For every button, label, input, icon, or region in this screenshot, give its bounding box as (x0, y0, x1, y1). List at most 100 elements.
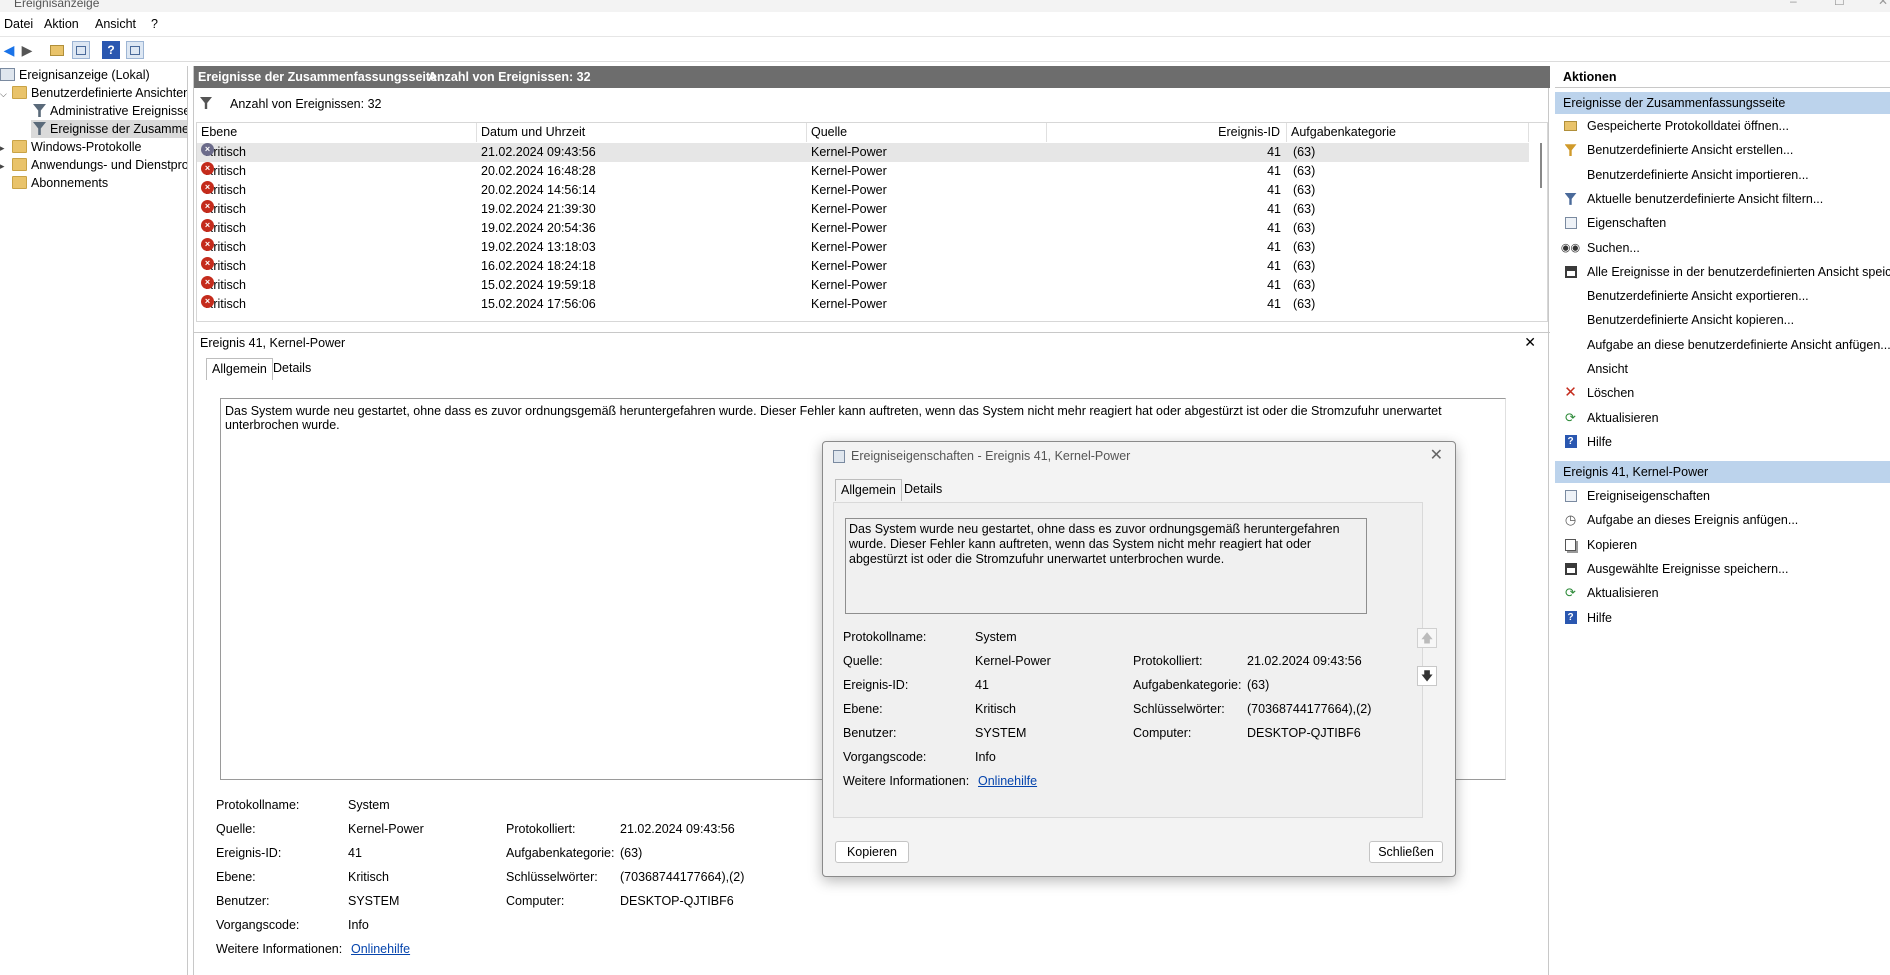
menu-help[interactable]: ? (151, 17, 158, 31)
save-icon (1563, 265, 1578, 279)
cell-level: × Kritisch (201, 200, 246, 219)
action-item-label: Aktualisieren (1587, 410, 1659, 425)
cell-id: 41 (1267, 240, 1281, 254)
actions-section-event[interactable]: Ereignis 41, Kernel-Power (1555, 461, 1890, 483)
maximize-button[interactable]: ☐ (1834, 0, 1845, 8)
menu-aktion[interactable]: Aktion (44, 17, 79, 31)
menu-ansicht[interactable]: Ansicht (95, 17, 136, 31)
previous-event-arrow-icon[interactable]: 🡅 (1417, 628, 1437, 648)
chevron-down-icon[interactable]: ⌵ (0, 85, 12, 103)
table-scrollbar[interactable] (1537, 143, 1545, 313)
tree-item-app-service-logs[interactable]: ▸Anwendungs- und Dienstprotokolle (0, 156, 187, 175)
actions-header: Aktionen (1555, 66, 1890, 88)
help-icon: ? (1563, 611, 1578, 625)
dialog-tab-allgemein[interactable]: Allgemein (835, 479, 902, 501)
detail-header: Ereignis 41, Kernel-Power ✕ (194, 332, 1550, 352)
critical-error-icon: × (201, 295, 214, 308)
action-item-label: Ausgewählte Ereignisse speichern... (1587, 561, 1789, 576)
actions-section-summary[interactable]: Ereignisse der Zusammenfassungsseite (1555, 92, 1890, 114)
label-opcode: Vorgangscode: (216, 918, 300, 932)
save-icon (1563, 562, 1578, 576)
online-help-link[interactable]: Onlinehilfe (351, 942, 410, 956)
label-user: Benutzer: (216, 894, 270, 908)
cell-level: × Kritisch (201, 276, 246, 295)
table-row[interactable]: × Kritisch 15.02.2024 19:59:18 Kernel-Power… (197, 276, 1529, 295)
cell-date: 15.02.2024 19:59:18 (481, 278, 596, 292)
cell-category: (63) (1293, 221, 1316, 235)
minimize-button[interactable]: – (1790, 0, 1797, 8)
forward-arrow-icon[interactable]: ▶ (18, 41, 36, 59)
col-header-task-category[interactable]: Aufgabenkategorie (1287, 123, 1529, 142)
tree-item-admin-events[interactable]: Administrative Ereignisse (33, 102, 187, 120)
table-row[interactable]: × Kritisch 19.02.2024 13:18:03 Kernel-Power… (197, 238, 1529, 257)
table-row[interactable]: × Kritisch 19.02.2024 20:54:36 Kernel-Power… (197, 219, 1529, 238)
cell-category: (63) (1293, 145, 1316, 159)
tree-item-root[interactable]: Ereignisanzeige (Lokal) (0, 66, 150, 84)
tree-item-windows-logs[interactable]: ▸ Windows-Protokolle (0, 138, 141, 156)
critical-error-icon: × (201, 181, 214, 194)
dialog-tab-details[interactable]: Details (899, 479, 947, 501)
col-header-date[interactable]: Datum und Uhrzeit (477, 123, 807, 142)
action-item-label: Aufgabe an diese benutzerdefinierte Ansi… (1587, 337, 1890, 352)
label-more-info: Weitere Informationen: (216, 942, 343, 956)
table-row[interactable]: × Kritisch 16.02.2024 18:24:18 Kernel-Power… (197, 257, 1529, 276)
cell-date: 20.02.2024 16:48:28 (481, 164, 596, 178)
menu-datei[interactable]: Datei (4, 17, 33, 31)
dlg-value-computer: DESKTOP-QJTIBF6 (1247, 726, 1361, 740)
properties-icon (1563, 489, 1578, 503)
table-row[interactable]: × Kritisch 15.02.2024 17:56:06 Kernel-Power… (197, 295, 1529, 314)
cell-category: (63) (1293, 278, 1316, 292)
chevron-right-icon[interactable]: ▸ (0, 157, 12, 175)
dlg-label-log-name: Protokollname: (843, 630, 927, 644)
action-item-label: Suchen... (1587, 240, 1640, 255)
cell-category: (63) (1293, 297, 1316, 311)
col-header-event-id[interactable]: Ereignis-ID (1047, 123, 1287, 142)
copy-button[interactable]: Kopieren (835, 841, 909, 863)
filter-icon (33, 122, 46, 135)
tree-item-summary-events[interactable]: Ereignisse der Zusammenfassungsseite (31, 120, 187, 138)
table-row[interactable]: × Kritisch 21.02.2024 09:43:56 Kernel-Power… (197, 143, 1529, 162)
table-row[interactable]: × Kritisch 20.02.2024 14:56:14 Kernel-Power… (197, 181, 1529, 200)
cell-source: Kernel-Power (811, 297, 887, 311)
dialog-description: Das System wurde neu gestartet, ohne das… (849, 522, 1340, 566)
detail-close-icon[interactable]: ✕ (1524, 334, 1536, 351)
show-hide-action-pane-icon[interactable] (126, 41, 144, 59)
table-row[interactable]: × Kritisch 20.02.2024 16:48:28 Kernel-Power… (197, 162, 1529, 181)
cell-source: Kernel-Power (811, 183, 887, 197)
dlg-online-help-link[interactable]: Onlinehilfe (978, 774, 1037, 788)
show-hide-tree-icon[interactable] (72, 41, 90, 59)
center-header-count: Anzahl von Ereignissen: 32 (428, 70, 591, 84)
dialog-description-box[interactable]: Das System wurde neu gestartet, ohne das… (845, 518, 1367, 614)
cell-date: 21.02.2024 09:43:56 (481, 145, 596, 159)
help-icon[interactable]: ? (102, 41, 120, 59)
cell-level: × Kritisch (201, 143, 246, 162)
dlg-label-source: Quelle: (843, 654, 883, 668)
folder-icon (12, 158, 27, 171)
close-window-button[interactable]: ✕ (1878, 0, 1888, 8)
chevron-right-icon[interactable]: ▸ (0, 139, 12, 157)
dlg-label-computer: Computer: (1133, 726, 1192, 740)
next-event-arrow-icon[interactable]: 🡇 (1417, 666, 1437, 686)
table-row[interactable]: × Kritisch 19.02.2024 21:39:30 Kernel-Power… (197, 200, 1529, 219)
col-header-level[interactable]: Ebene (197, 123, 477, 142)
tab-details[interactable]: Details (268, 358, 316, 380)
dialog-close-icon[interactable]: ✕ (1430, 445, 1443, 465)
toolbar: ◀ ▶ ? (0, 36, 1890, 62)
event-viewer-icon (0, 68, 15, 81)
back-arrow-icon[interactable]: ◀ (0, 41, 18, 59)
cell-category: (63) (1293, 164, 1316, 178)
label-computer: Computer: (506, 894, 565, 908)
action-item-label: Ansicht (1587, 362, 1628, 376)
cell-level: × Kritisch (201, 257, 246, 276)
close-button[interactable]: Schließen (1369, 841, 1443, 863)
tab-allgemein[interactable]: Allgemein (206, 358, 273, 380)
col-header-source[interactable]: Quelle (807, 123, 1047, 142)
detail-title: Ereignis 41, Kernel-Power (200, 336, 346, 350)
tree-item-subscriptions[interactable]: Abonnements (0, 174, 108, 192)
folder-up-icon[interactable] (48, 41, 66, 59)
cell-date: 20.02.2024 14:56:14 (481, 183, 596, 197)
tree-item-custom-views[interactable]: ⌵ Benutzerdefinierte Ansichten (0, 84, 187, 103)
dlg-value-keywords: (70368744177664),(2) (1247, 702, 1372, 716)
value-level: Kritisch (348, 870, 389, 884)
value-source: Kernel-Power (348, 822, 424, 836)
